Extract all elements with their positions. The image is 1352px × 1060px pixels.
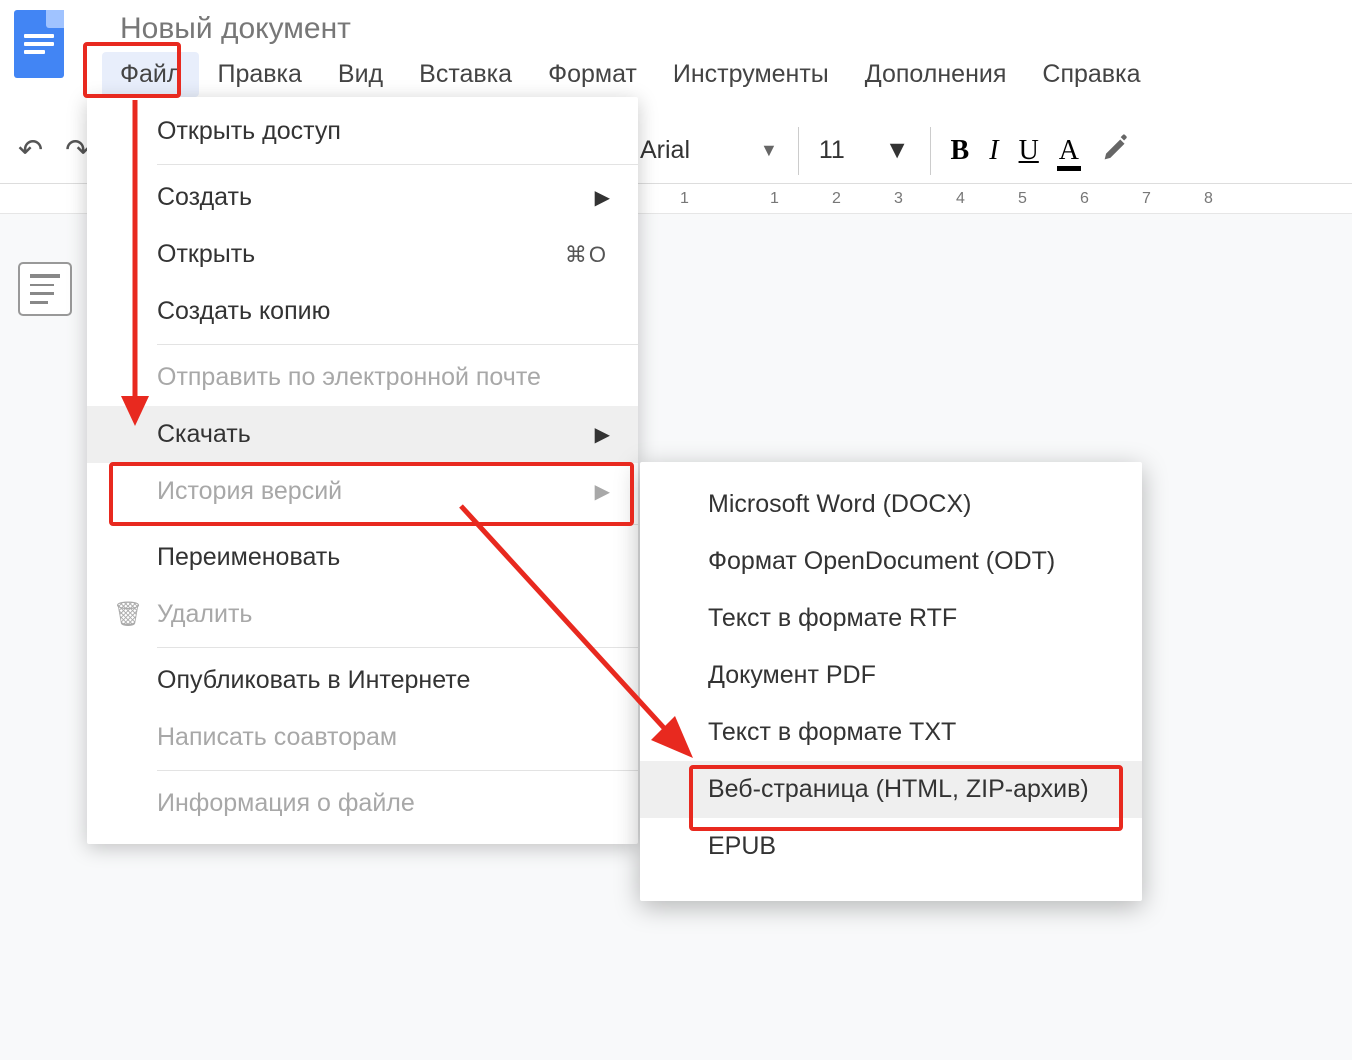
submenu-item-rtf[interactable]: Текст в формате RTF	[640, 590, 1142, 647]
italic-button[interactable]: I	[989, 135, 998, 167]
ruler-tick: 4	[956, 184, 965, 213]
submenu-item-odt[interactable]: Формат OpenDocument (ODT)	[640, 533, 1142, 590]
menu-format[interactable]: Формат	[530, 52, 655, 97]
undo-icon[interactable]: ↶	[18, 133, 43, 168]
highlighter-icon	[1099, 131, 1133, 165]
font-size-selector[interactable]: 11 ▼	[819, 136, 910, 165]
submenu-arrow-icon: ▶	[595, 422, 610, 447]
menu-bar: Файл Правка Вид Вставка Формат Инструмен…	[102, 52, 1158, 97]
text-color-button[interactable]: A	[1059, 135, 1079, 167]
font-family-value: Arial	[640, 136, 690, 165]
docs-logo-icon[interactable]	[14, 10, 64, 78]
menu-help[interactable]: Справка	[1024, 52, 1158, 97]
menu-file[interactable]: Файл	[102, 52, 199, 97]
menu-item-version-history[interactable]: История версий ▶	[87, 463, 638, 520]
menu-item-email-collaborators: Написать соавторам	[87, 709, 638, 766]
menu-view[interactable]: Вид	[320, 52, 401, 97]
menu-item-publish[interactable]: Опубликовать в Интернете	[87, 652, 638, 709]
submenu-item-html[interactable]: Веб-страница (HTML, ZIP-архив)	[640, 761, 1142, 818]
bold-button[interactable]: B	[951, 135, 970, 167]
menu-item-file-info[interactable]: Информация о файле	[87, 775, 638, 832]
chevron-down-icon: ▼	[885, 136, 910, 165]
submenu-item-pdf[interactable]: Документ PDF	[640, 647, 1142, 704]
submenu-arrow-icon: ▶	[595, 479, 610, 504]
ruler-tick: 1	[770, 184, 779, 213]
font-size-value: 11	[819, 136, 845, 165]
highlight-color-button[interactable]	[1099, 131, 1133, 170]
menu-item-create[interactable]: Создать ▶	[87, 169, 638, 226]
chevron-down-icon: ▼	[760, 140, 778, 161]
menu-item-delete: 🗑 Удалить	[87, 586, 638, 643]
menu-item-rename[interactable]: Переименовать	[87, 529, 638, 586]
separator	[798, 127, 799, 175]
menu-item-email: Отправить по электронной почте	[87, 349, 638, 406]
menu-addons[interactable]: Дополнения	[847, 52, 1025, 97]
menu-item-download[interactable]: Скачать ▶	[87, 406, 638, 463]
document-outline-button[interactable]	[18, 262, 72, 316]
ruler-tick: 7	[1142, 184, 1151, 213]
submenu-item-txt[interactable]: Текст в формате TXT	[640, 704, 1142, 761]
separator	[930, 127, 931, 175]
submenu-arrow-icon: ▶	[595, 185, 610, 210]
ruler-tick: 3	[894, 184, 903, 213]
menu-item-share[interactable]: Открыть доступ	[87, 103, 638, 160]
file-dropdown-menu: Открыть доступ Создать ▶ Открыть ⌘O Созд…	[87, 97, 638, 844]
underline-button[interactable]: U	[1019, 135, 1039, 167]
menu-tools[interactable]: Инструменты	[655, 52, 847, 97]
menu-edit[interactable]: Правка	[199, 52, 319, 97]
ruler-tick: 2	[832, 184, 841, 213]
ruler-tick: 6	[1080, 184, 1089, 213]
menu-insert[interactable]: Вставка	[401, 52, 530, 97]
submenu-item-epub[interactable]: EPUB	[640, 818, 1142, 875]
keyboard-shortcut: ⌘O	[565, 242, 608, 268]
trash-icon: 🗑	[113, 600, 143, 629]
submenu-item-docx[interactable]: Microsoft Word (DOCX)	[640, 476, 1142, 533]
ruler-tick: 8	[1204, 184, 1213, 213]
ruler-tick: 1	[680, 184, 689, 213]
font-family-selector[interactable]: Arial ▼	[640, 136, 778, 165]
menu-item-open[interactable]: Открыть ⌘O	[87, 226, 638, 283]
download-submenu: Microsoft Word (DOCX) Формат OpenDocumen…	[640, 462, 1142, 901]
document-title[interactable]: Новый документ	[102, 10, 1158, 52]
ruler-tick: 5	[1018, 184, 1027, 213]
menu-item-make-copy[interactable]: Создать копию	[87, 283, 638, 340]
